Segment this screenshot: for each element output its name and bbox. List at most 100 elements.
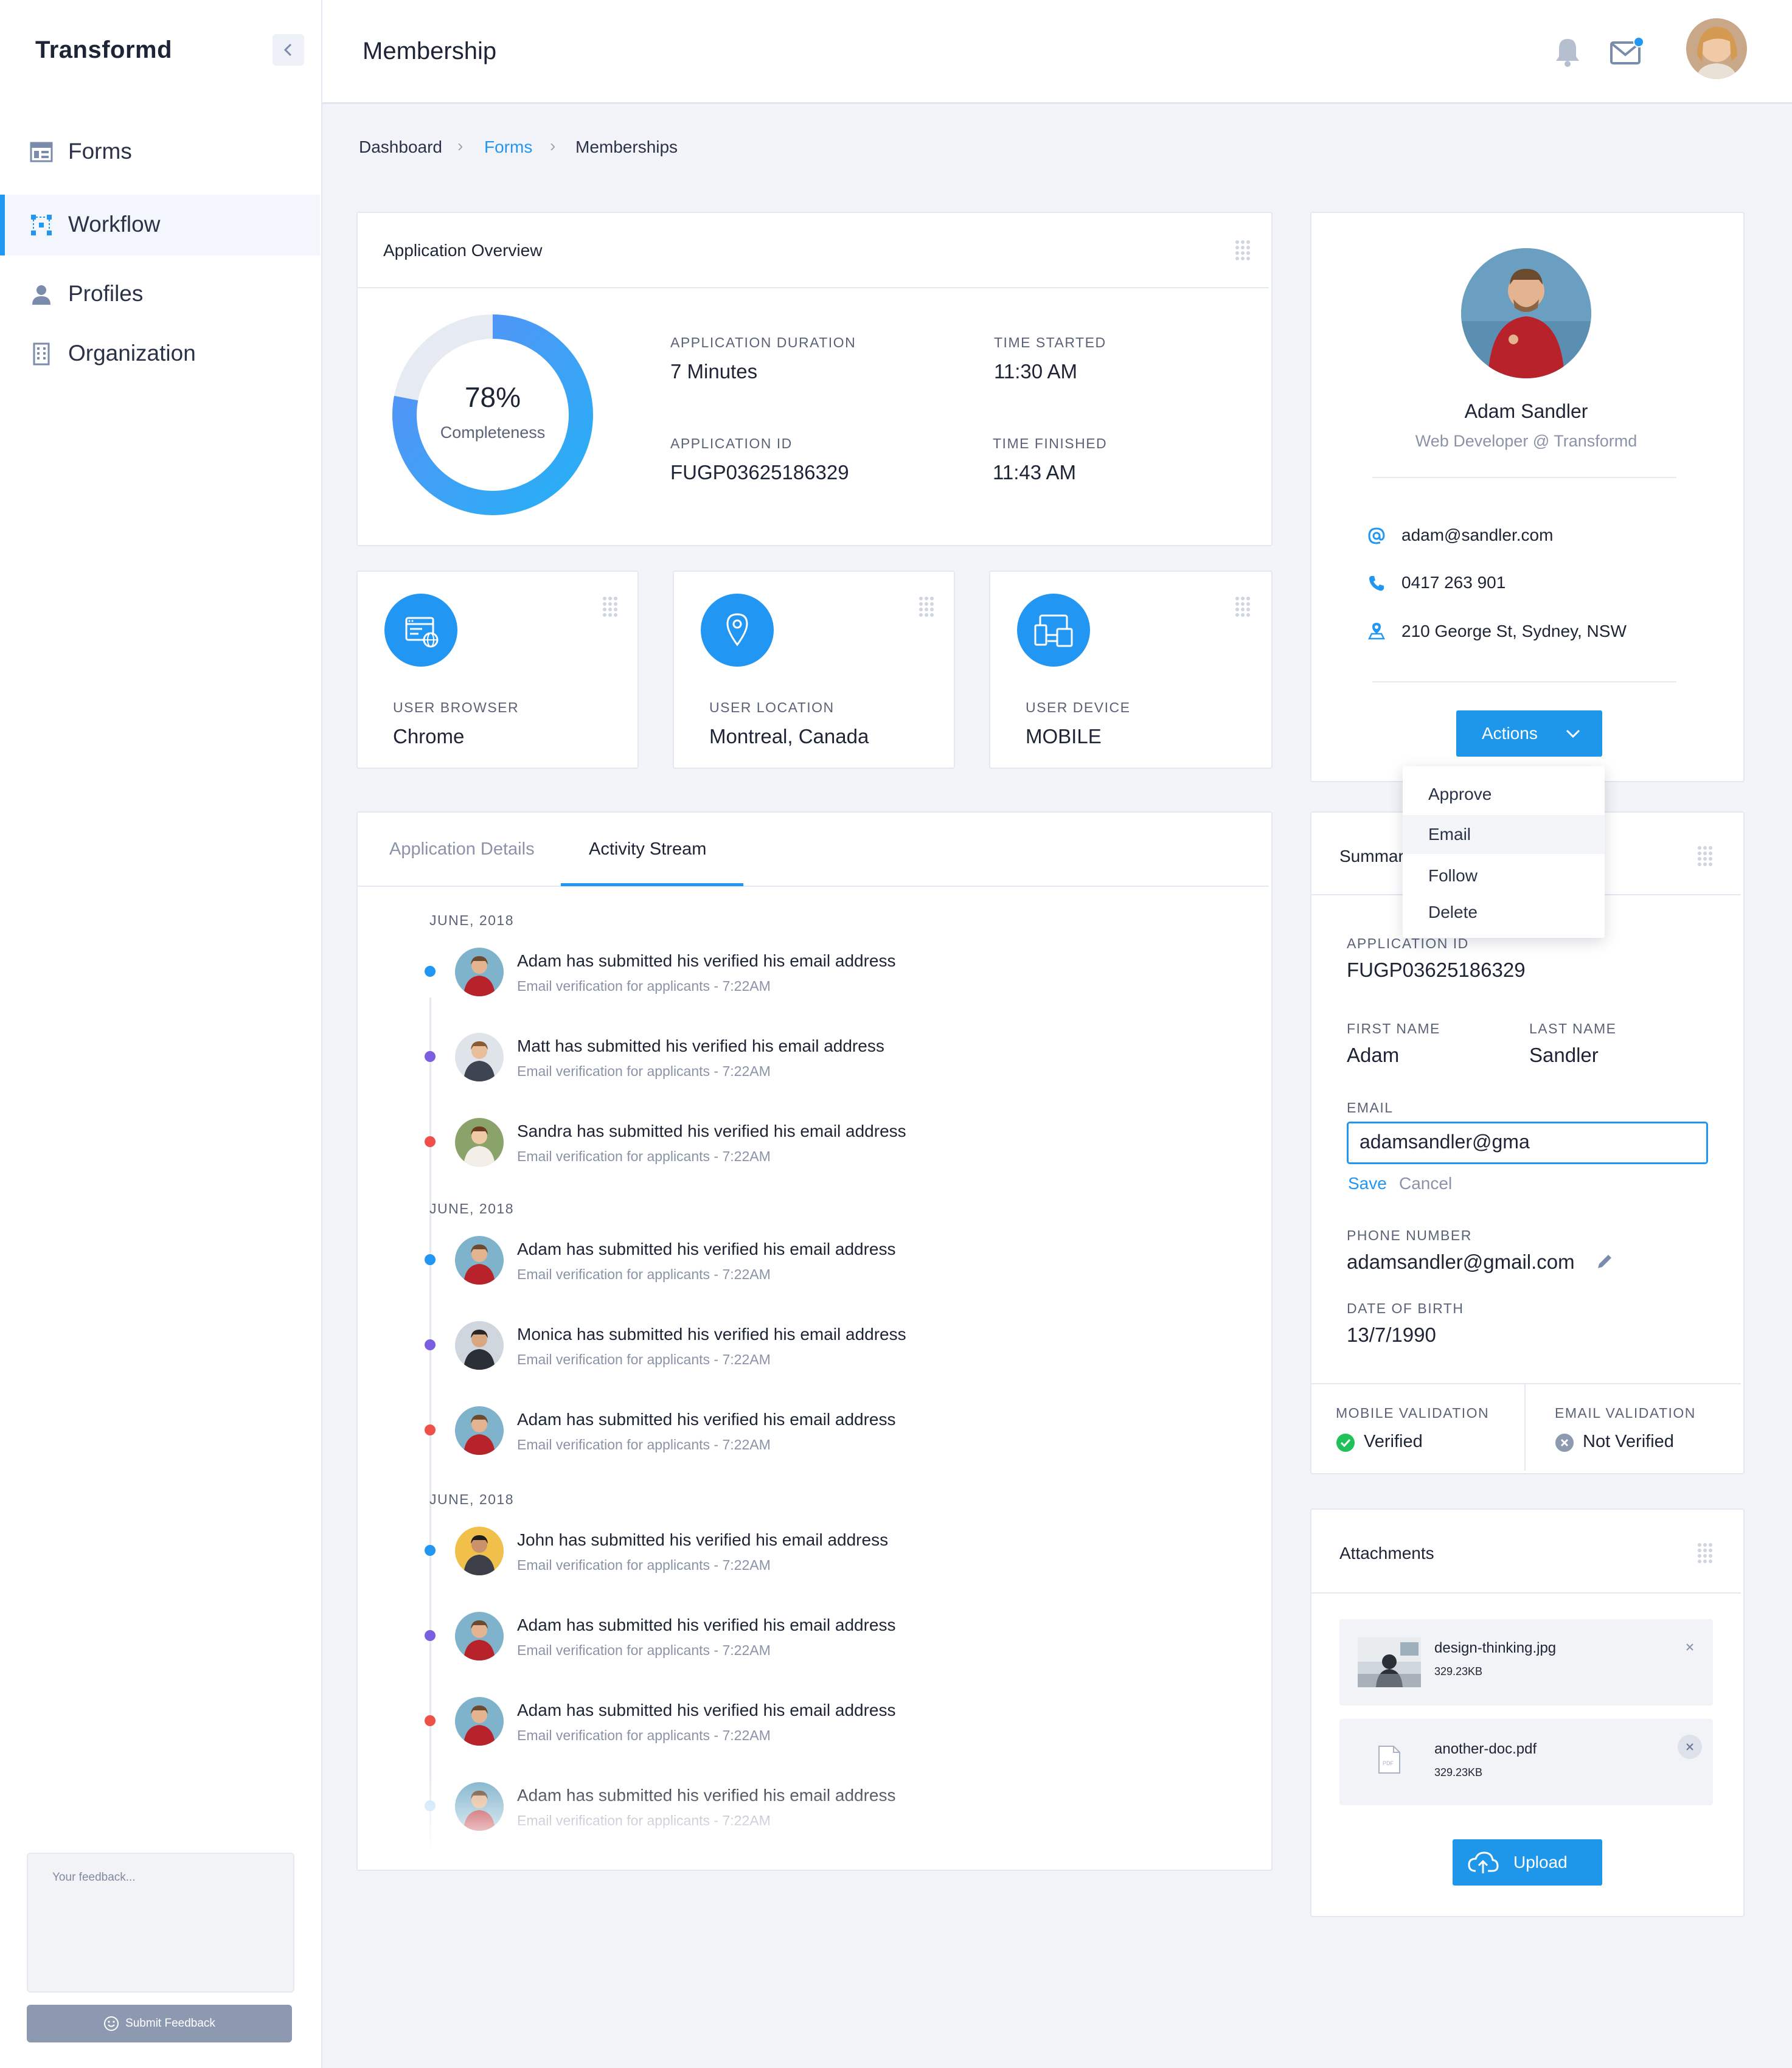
- timeline-dot: [425, 1254, 436, 1265]
- submit-feedback-button[interactable]: Submit Feedback: [27, 2005, 292, 2042]
- breadcrumb-dashboard[interactable]: Dashboard: [359, 137, 442, 157]
- activity-item-title: Adam has submitted his verified his emai…: [517, 1615, 896, 1634]
- attachment-filesize: 329.23KB: [1434, 1665, 1483, 1678]
- cancel-button[interactable]: Cancel: [1399, 1174, 1452, 1193]
- drag-handle-icon[interactable]: [919, 596, 934, 618]
- activity-item-subtitle: Email verification for applicants - 7:22…: [517, 1437, 771, 1452]
- completeness-label: Completeness: [440, 423, 546, 442]
- workflow-icon: [31, 215, 52, 235]
- mobile-validation-value: Verified: [1364, 1432, 1423, 1451]
- building-icon: [33, 342, 50, 366]
- profile-phone[interactable]: 0417 263 901: [1401, 573, 1505, 592]
- activity-avatar: [455, 1527, 504, 1575]
- activity-month-label: JUNE, 2018: [429, 1491, 515, 1507]
- email-field[interactable]: adamsandler@gma: [1347, 1122, 1708, 1164]
- activity-stream-list: JUNE, 2018 Adam has submitted his verifie…: [358, 888, 1269, 1861]
- sidebar-item-label: Organization: [68, 341, 196, 366]
- devices-icon: [1034, 614, 1073, 647]
- remove-attachment-button[interactable]: [1678, 1735, 1702, 1759]
- location-icon-circle: [701, 594, 774, 667]
- actions-button[interactable]: Actions: [1456, 710, 1602, 757]
- user-device-label: USER DEVICE: [1026, 699, 1131, 715]
- application-id-label: APPLICATION ID: [670, 435, 793, 451]
- user-icon: [32, 285, 50, 305]
- close-icon[interactable]: [1684, 1641, 1696, 1653]
- attachment-item[interactable]: PDF another-doc.pdf 329.23KB: [1339, 1719, 1713, 1805]
- attachments-title: Attachments: [1339, 1544, 1434, 1563]
- user-device-value: MOBILE: [1026, 725, 1102, 748]
- user-avatar[interactable]: [1686, 18, 1747, 79]
- user-browser-value: Chrome: [393, 725, 465, 748]
- feedback-input[interactable]: Your feedback...: [27, 1853, 294, 1993]
- activity-item-subtitle: Email verification for applicants - 7:22…: [517, 1557, 771, 1573]
- attachment-filesize: 329.23KB: [1434, 1766, 1483, 1778]
- device-icon-circle: [1017, 594, 1090, 667]
- timeline-dot: [425, 966, 436, 977]
- phone-number-label: PHONE NUMBER: [1347, 1227, 1472, 1243]
- drag-handle-icon[interactable]: [1697, 845, 1713, 867]
- tab-activity-stream[interactable]: Activity Stream: [589, 839, 706, 859]
- activity-item-title: Adam has submitted his verified his emai…: [517, 1240, 896, 1258]
- activity-item-subtitle: Email verification for applicants - 7:22…: [517, 1727, 771, 1743]
- timeline-dot: [425, 1424, 436, 1435]
- menu-item-delete[interactable]: Delete: [1428, 903, 1478, 922]
- sidebar-item-label: Forms: [68, 139, 132, 164]
- drag-handle-icon[interactable]: [1697, 1542, 1713, 1564]
- save-button[interactable]: Save: [1348, 1174, 1387, 1193]
- activity-avatar: [455, 1033, 504, 1081]
- activity-month-label: JUNE, 2018: [429, 1201, 515, 1216]
- activity-item-title: Matt has submitted his verified his emai…: [517, 1036, 884, 1055]
- mail-icon[interactable]: [1610, 35, 1644, 66]
- user-browser-label: USER BROWSER: [393, 699, 519, 715]
- browser-icon: [405, 617, 439, 648]
- last-name-label: LAST NAME: [1529, 1021, 1617, 1036]
- upload-button[interactable]: Upload: [1453, 1839, 1602, 1886]
- chevron-down-icon: [1566, 729, 1580, 738]
- divider: [1372, 477, 1676, 478]
- at-icon: [1368, 527, 1385, 544]
- activity-item-title: Adam has submitted his verified his emai…: [517, 1701, 896, 1719]
- collapse-sidebar-button[interactable]: [273, 34, 304, 66]
- attachment-item[interactable]: design-thinking.jpg 329.23KB: [1339, 1619, 1713, 1705]
- activity-avatar: [455, 1697, 504, 1746]
- activity-item-title: John has submitted his verified his emai…: [517, 1530, 889, 1549]
- sidebar-item-forms[interactable]: Forms: [0, 122, 320, 182]
- drag-handle-icon[interactable]: [1235, 596, 1251, 618]
- summary-app-id-value: FUGP03625186329: [1347, 959, 1526, 981]
- feedback-placeholder: Your feedback...: [52, 1871, 136, 1884]
- menu-item-approve[interactable]: Approve: [1428, 785, 1492, 804]
- activity-item-subtitle: Email verification for applicants - 7:22…: [517, 1148, 771, 1164]
- activity-item-title: Adam has submitted his verified his emai…: [517, 1410, 896, 1429]
- image-thumbnail: [1358, 1637, 1421, 1687]
- bell-icon[interactable]: [1554, 36, 1582, 68]
- drag-handle-icon[interactable]: [1235, 240, 1251, 262]
- divider: [1372, 681, 1676, 682]
- first-name-value: Adam: [1347, 1044, 1400, 1066]
- application-id-value: FUGP03625186329: [670, 461, 849, 484]
- brand-logo[interactable]: Transformd: [35, 36, 172, 64]
- upload-button-label: Upload: [1513, 1853, 1568, 1872]
- profile-email[interactable]: adam@sandler.com: [1401, 526, 1553, 545]
- menu-item-follow[interactable]: Follow: [1428, 866, 1478, 886]
- x-circle-icon: [1555, 1434, 1574, 1452]
- timeline-dot: [425, 1339, 436, 1350]
- sidebar-item-label: Profiles: [68, 281, 144, 306]
- menu-item-email[interactable]: Email: [1428, 825, 1471, 844]
- breadcrumb-separator: ›: [550, 136, 556, 155]
- activity-avatar: [455, 1118, 504, 1167]
- sidebar-item-organization[interactable]: Organization: [0, 324, 320, 384]
- pdf-file-icon: PDF: [1378, 1746, 1400, 1774]
- breadcrumb-forms[interactable]: Forms: [484, 137, 532, 157]
- activity-item-subtitle: Email verification for applicants - 7:22…: [517, 978, 771, 994]
- sidebar-item-workflow[interactable]: Workflow: [0, 195, 320, 255]
- application-duration-value: 7 Minutes: [670, 360, 758, 383]
- tab-application-details[interactable]: Application Details: [389, 839, 535, 859]
- completeness-donut-chart: [392, 314, 593, 515]
- drag-handle-icon[interactable]: [602, 596, 618, 618]
- sidebar-item-profiles[interactable]: Profiles: [0, 264, 320, 325]
- email-field-value: adamsandler@gma: [1360, 1131, 1530, 1153]
- divider: [358, 287, 1269, 288]
- edit-pencil-icon[interactable]: [1595, 1252, 1614, 1271]
- chevron-left-icon: [283, 43, 292, 57]
- activity-fade-overlay: [358, 1776, 1269, 1867]
